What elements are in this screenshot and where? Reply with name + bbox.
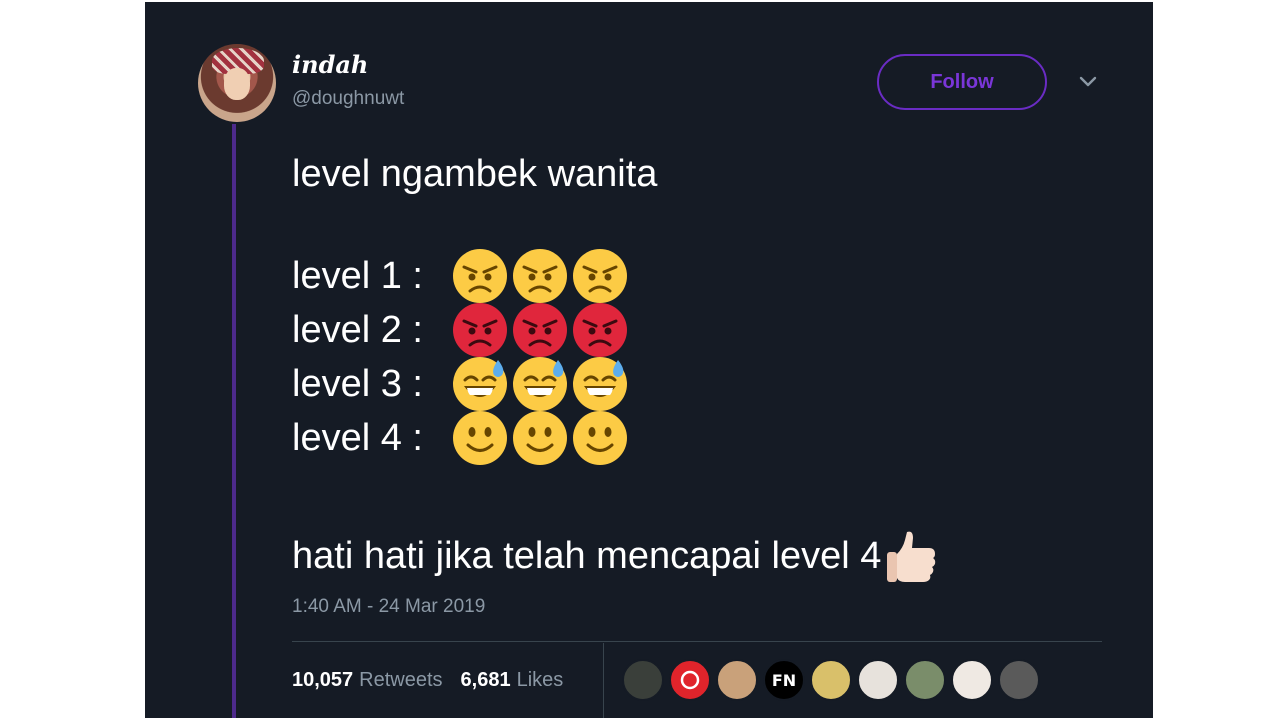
liker-avatars: FN [622,659,1045,701]
grinning-sweat-face-icon [573,357,627,411]
angry-face-icon [513,249,567,303]
thread-line [232,124,236,718]
author-handle[interactable]: @doughnuwt [292,88,404,110]
liker-avatar-3[interactable] [716,659,758,701]
author-display-name[interactable]: indah [292,50,368,79]
liker-avatar-1[interactable] [622,659,664,701]
retweets-count[interactable]: 10,057 [292,669,353,692]
liker-avatar-8[interactable] [951,659,993,701]
retweets-label[interactable]: Retweets [359,669,442,692]
level-row-3: level 3 : [292,356,632,412]
liker-avatar-4-text: FN [771,670,797,690]
pouting-face-icon [513,303,567,357]
follow-button[interactable]: Follow [877,54,1047,110]
level-row-4: level 4 : [292,410,632,466]
level-row-1: level 1 : [292,248,632,304]
tweet-timestamp[interactable]: 1:40 AM - 24 Mar 2019 [292,596,485,618]
pouting-face-icon [573,303,627,357]
pouting-face-icon [453,303,507,357]
stats-separator [603,643,604,718]
tweet-title-line: level ngambek wanita [292,153,658,195]
angry-face-icon [453,249,507,303]
divider [292,641,1102,642]
liker-avatar-6[interactable] [857,659,899,701]
level-row-2: level 2 : [292,302,632,358]
grinning-sweat-face-icon [513,357,567,411]
avatar-face [224,68,250,100]
angry-face-icon [573,249,627,303]
author-avatar[interactable] [198,44,276,122]
slightly-smiling-face-icon [453,411,507,465]
level-label: level 4 : [292,416,423,459]
likes-count[interactable]: 6,681 [461,669,511,692]
level-label: level 3 : [292,362,423,405]
chevron-down-icon[interactable] [1076,70,1100,94]
liker-avatar-2[interactable] [669,659,711,701]
tweet-final-line: hati hati jika telah mencapai level 4 [292,528,939,584]
tweet-final-text: hati hati jika telah mencapai level 4 [292,535,882,577]
grinning-sweat-face-icon [453,357,507,411]
slightly-smiling-face-icon [513,411,567,465]
slightly-smiling-face-icon [573,411,627,465]
liker-avatar-4[interactable]: FN [763,659,805,701]
tweet-stats: 10,057 Retweets 6,681 Likes [292,666,581,694]
likes-label[interactable]: Likes [517,669,564,692]
thumbs-up-icon [887,531,936,582]
liker-avatar-2-icon [680,670,700,690]
liker-avatar-7[interactable] [904,659,946,701]
liker-avatar-5[interactable] [810,659,852,701]
level-label: level 2 : [292,308,423,351]
liker-avatar-9[interactable] [998,659,1040,701]
level-label: level 1 : [292,254,423,297]
